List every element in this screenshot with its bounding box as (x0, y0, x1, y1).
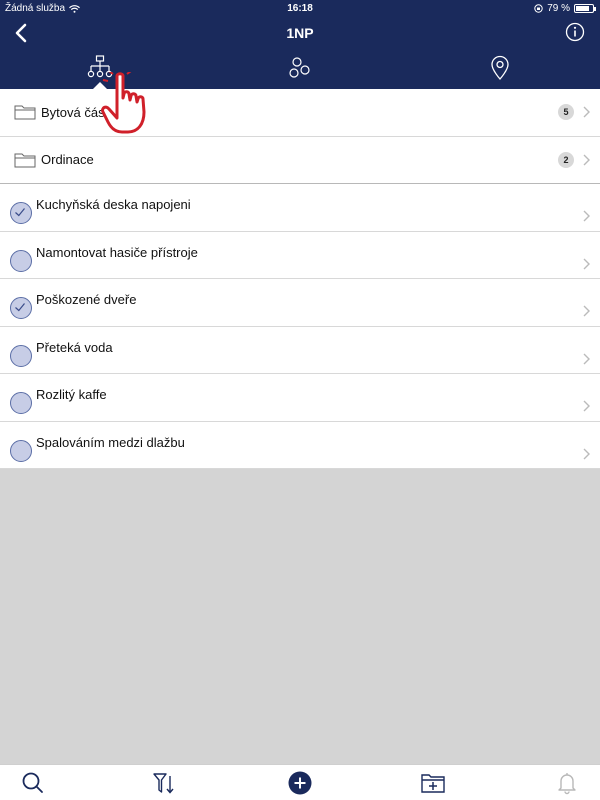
folder-label: Ordinace (41, 152, 94, 168)
info-icon[interactable] (565, 22, 585, 42)
task-label: Spalováním medzi dlažbu (36, 434, 185, 450)
battery-percent: 79 % (547, 3, 570, 14)
task-label: Přeteká voda (36, 339, 113, 355)
folder-row[interactable]: Ordinace 2 (0, 137, 600, 184)
checkmark-icon (15, 208, 25, 217)
battery-icon (574, 4, 596, 13)
status-circle[interactable] (10, 249, 32, 272)
chevron-right-icon (583, 353, 590, 364)
task-row[interactable]: Přeteká voda (0, 327, 600, 374)
chevron-right-icon (583, 400, 590, 412)
task-row[interactable]: Kuchyňská deska napojeni (0, 184, 600, 232)
bottom-toolbar (0, 764, 600, 800)
status-circle[interactable] (10, 344, 32, 367)
add-folder-icon[interactable] (420, 770, 446, 796)
task-row[interactable]: Namontovat hasiče přístroje (0, 232, 600, 279)
chevron-right-icon (583, 210, 590, 222)
folder-icon (14, 105, 36, 120)
pointing-hand-icon (101, 72, 146, 134)
task-row[interactable]: Spalováním medzi dlažbu (0, 422, 600, 469)
add-circle-icon[interactable] (287, 770, 313, 796)
task-label: Poškozené dveře (36, 292, 137, 307)
page-title: 1NP (286, 25, 314, 41)
task-label: Rozlitý kaffe (36, 387, 107, 402)
status-circle[interactable] (10, 297, 32, 319)
status-circle[interactable] (10, 439, 32, 462)
status-bar: Žádná služba 16:18 79 % (0, 0, 600, 18)
rotation-lock-icon (534, 4, 543, 13)
chevron-right-icon (583, 106, 590, 118)
view-tabs (0, 48, 600, 89)
chevron-right-icon (583, 258, 590, 269)
app-header: Žádná služba 16:18 79 % 1NP (0, 0, 600, 89)
count-badge: 5 (558, 104, 574, 121)
task-row[interactable]: Poškozené dveře (0, 279, 600, 327)
folder-icon (14, 153, 36, 168)
count-badge: 2 (558, 151, 574, 168)
checkmark-icon (15, 303, 25, 312)
folder-row[interactable]: Bytová část 5 (0, 89, 600, 137)
status-time: 16:18 (287, 3, 313, 14)
circles-icon[interactable] (286, 54, 314, 82)
status-right: 79 % (534, 3, 596, 14)
bell-icon[interactable] (554, 770, 580, 796)
folder-label: Bytová část (41, 104, 109, 120)
task-row[interactable]: Rozlitý kaffe (0, 374, 600, 422)
task-label: Namontovat hasiče přístroje (36, 244, 198, 260)
status-circle[interactable] (10, 202, 32, 224)
status-circle[interactable] (10, 392, 32, 414)
nav-bar: 1NP (0, 18, 600, 48)
chevron-right-icon (583, 305, 590, 317)
map-pin-icon[interactable] (486, 54, 514, 82)
item-list: Bytová část 5 Ordinace 2 Kuchyňská deska… (0, 89, 600, 469)
search-icon[interactable] (20, 770, 46, 796)
task-label: Kuchyňská deska napojeni (36, 197, 191, 212)
chevron-right-icon (583, 154, 590, 166)
chevron-right-icon (583, 448, 590, 459)
filter-sort-icon[interactable] (151, 770, 177, 796)
